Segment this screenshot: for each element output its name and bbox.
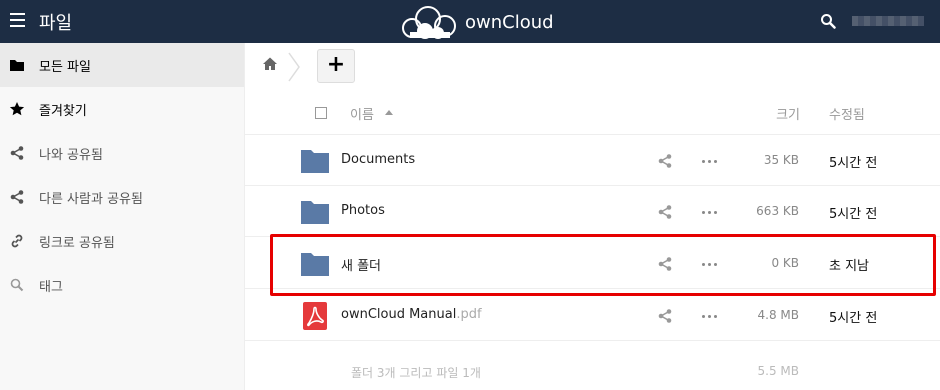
column-modified-header[interactable]: 수정됨 — [829, 104, 865, 123]
sidebar-item-label: 다른 사람과 공유됨 — [39, 192, 143, 207]
file-name[interactable]: Photos — [341, 203, 385, 218]
sidebar-item-shared-with-others[interactable]: 다른 사람과 공유됨 — [0, 175, 244, 219]
sidebar-item-all-files[interactable]: 모든 파일 — [0, 43, 244, 87]
file-name[interactable]: Documents — [341, 152, 415, 167]
share-icon — [10, 146, 24, 160]
file-size: 663 KB — [756, 204, 799, 218]
sidebar: 모든 파일 즐겨찾기 나와 공유됨 다른 사람과 공유됨 링크로 공유됨 태그 — [0, 43, 245, 390]
user-menu[interactable] — [852, 16, 924, 26]
share-icon[interactable] — [657, 256, 673, 272]
more-options-icon[interactable] — [700, 308, 718, 324]
hamburger-icon[interactable] — [10, 13, 25, 27]
app-title[interactable]: 파일 — [39, 9, 72, 35]
folder-icon — [10, 60, 24, 71]
summary-text: 폴더 3개 그리고 파일 1개 — [351, 366, 481, 380]
file-modified: 5시간 전 — [829, 311, 878, 326]
share-icon — [10, 190, 24, 204]
search-icon[interactable] — [820, 13, 836, 29]
file-list-header: 이름 크기 수정됨 — [245, 89, 940, 135]
folder-icon — [301, 201, 329, 224]
star-icon — [9, 102, 25, 116]
folder-icon — [301, 150, 329, 173]
sidebar-item-favorites[interactable]: 즐겨찾기 — [0, 87, 244, 131]
sidebar-item-shared-with-you[interactable]: 나와 공유됨 — [0, 131, 244, 175]
file-modified: 5시간 전 — [829, 156, 878, 171]
breadcrumb-separator — [288, 52, 300, 82]
share-icon[interactable] — [657, 308, 673, 324]
link-icon — [11, 234, 23, 248]
file-extension: .pdf — [456, 307, 482, 322]
new-button[interactable]: + — [317, 49, 355, 83]
top-header: 파일 ownCloud — [0, 0, 940, 43]
table-row[interactable]: 새 폴더 0 KB 초 지남 — [245, 238, 940, 289]
file-size: 0 KB — [771, 256, 799, 270]
share-icon[interactable] — [657, 204, 673, 220]
sidebar-item-label: 태그 — [39, 280, 63, 295]
tag-search-icon — [10, 278, 24, 292]
file-size: 35 KB — [763, 153, 799, 167]
file-name[interactable]: 새 폴더 — [341, 255, 381, 274]
file-name[interactable]: ownCloud Manual.pdf — [341, 307, 482, 322]
table-row[interactable]: ownCloud Manual.pdf 4.8 MB 5시간 전 — [245, 290, 940, 341]
sidebar-item-tags[interactable]: 태그 — [0, 263, 244, 307]
sort-ascending-icon[interactable] — [385, 110, 393, 115]
column-name-header[interactable]: 이름 — [350, 104, 374, 123]
brand-name: ownCloud — [465, 11, 554, 33]
cloud-icon — [402, 6, 456, 39]
share-icon[interactable] — [657, 153, 673, 169]
more-options-icon[interactable] — [700, 204, 718, 220]
file-summary: 폴더 3개 그리고 파일 1개 5.5 MB — [245, 342, 940, 390]
sidebar-item-label: 모든 파일 — [39, 60, 91, 75]
sidebar-item-label: 나와 공유됨 — [39, 148, 103, 163]
table-row[interactable]: Photos 663 KB 5시간 전 — [245, 186, 940, 237]
sidebar-item-label: 링크로 공유됨 — [39, 236, 115, 251]
sidebar-item-label: 즐겨찾기 — [39, 104, 87, 119]
pdf-file-icon — [303, 302, 327, 330]
controls-bar: + — [245, 43, 940, 89]
column-size-header[interactable]: 크기 — [776, 104, 800, 123]
folder-icon — [301, 253, 329, 276]
file-modified: 5시간 전 — [829, 207, 878, 222]
summary-size: 5.5 MB — [757, 364, 799, 378]
table-row[interactable]: Documents 35 KB 5시간 전 — [245, 135, 940, 186]
sidebar-item-shared-by-link[interactable]: 링크로 공유됨 — [0, 219, 244, 263]
file-modified: 초 지남 — [829, 259, 870, 274]
owncloud-logo[interactable]: ownCloud — [398, 4, 554, 40]
more-options-icon[interactable] — [700, 256, 718, 272]
select-all-checkbox[interactable] — [315, 107, 327, 119]
file-basename: ownCloud Manual — [341, 307, 457, 322]
more-options-icon[interactable] — [700, 153, 718, 169]
file-size: 4.8 MB — [757, 308, 799, 322]
home-icon[interactable] — [262, 56, 278, 72]
